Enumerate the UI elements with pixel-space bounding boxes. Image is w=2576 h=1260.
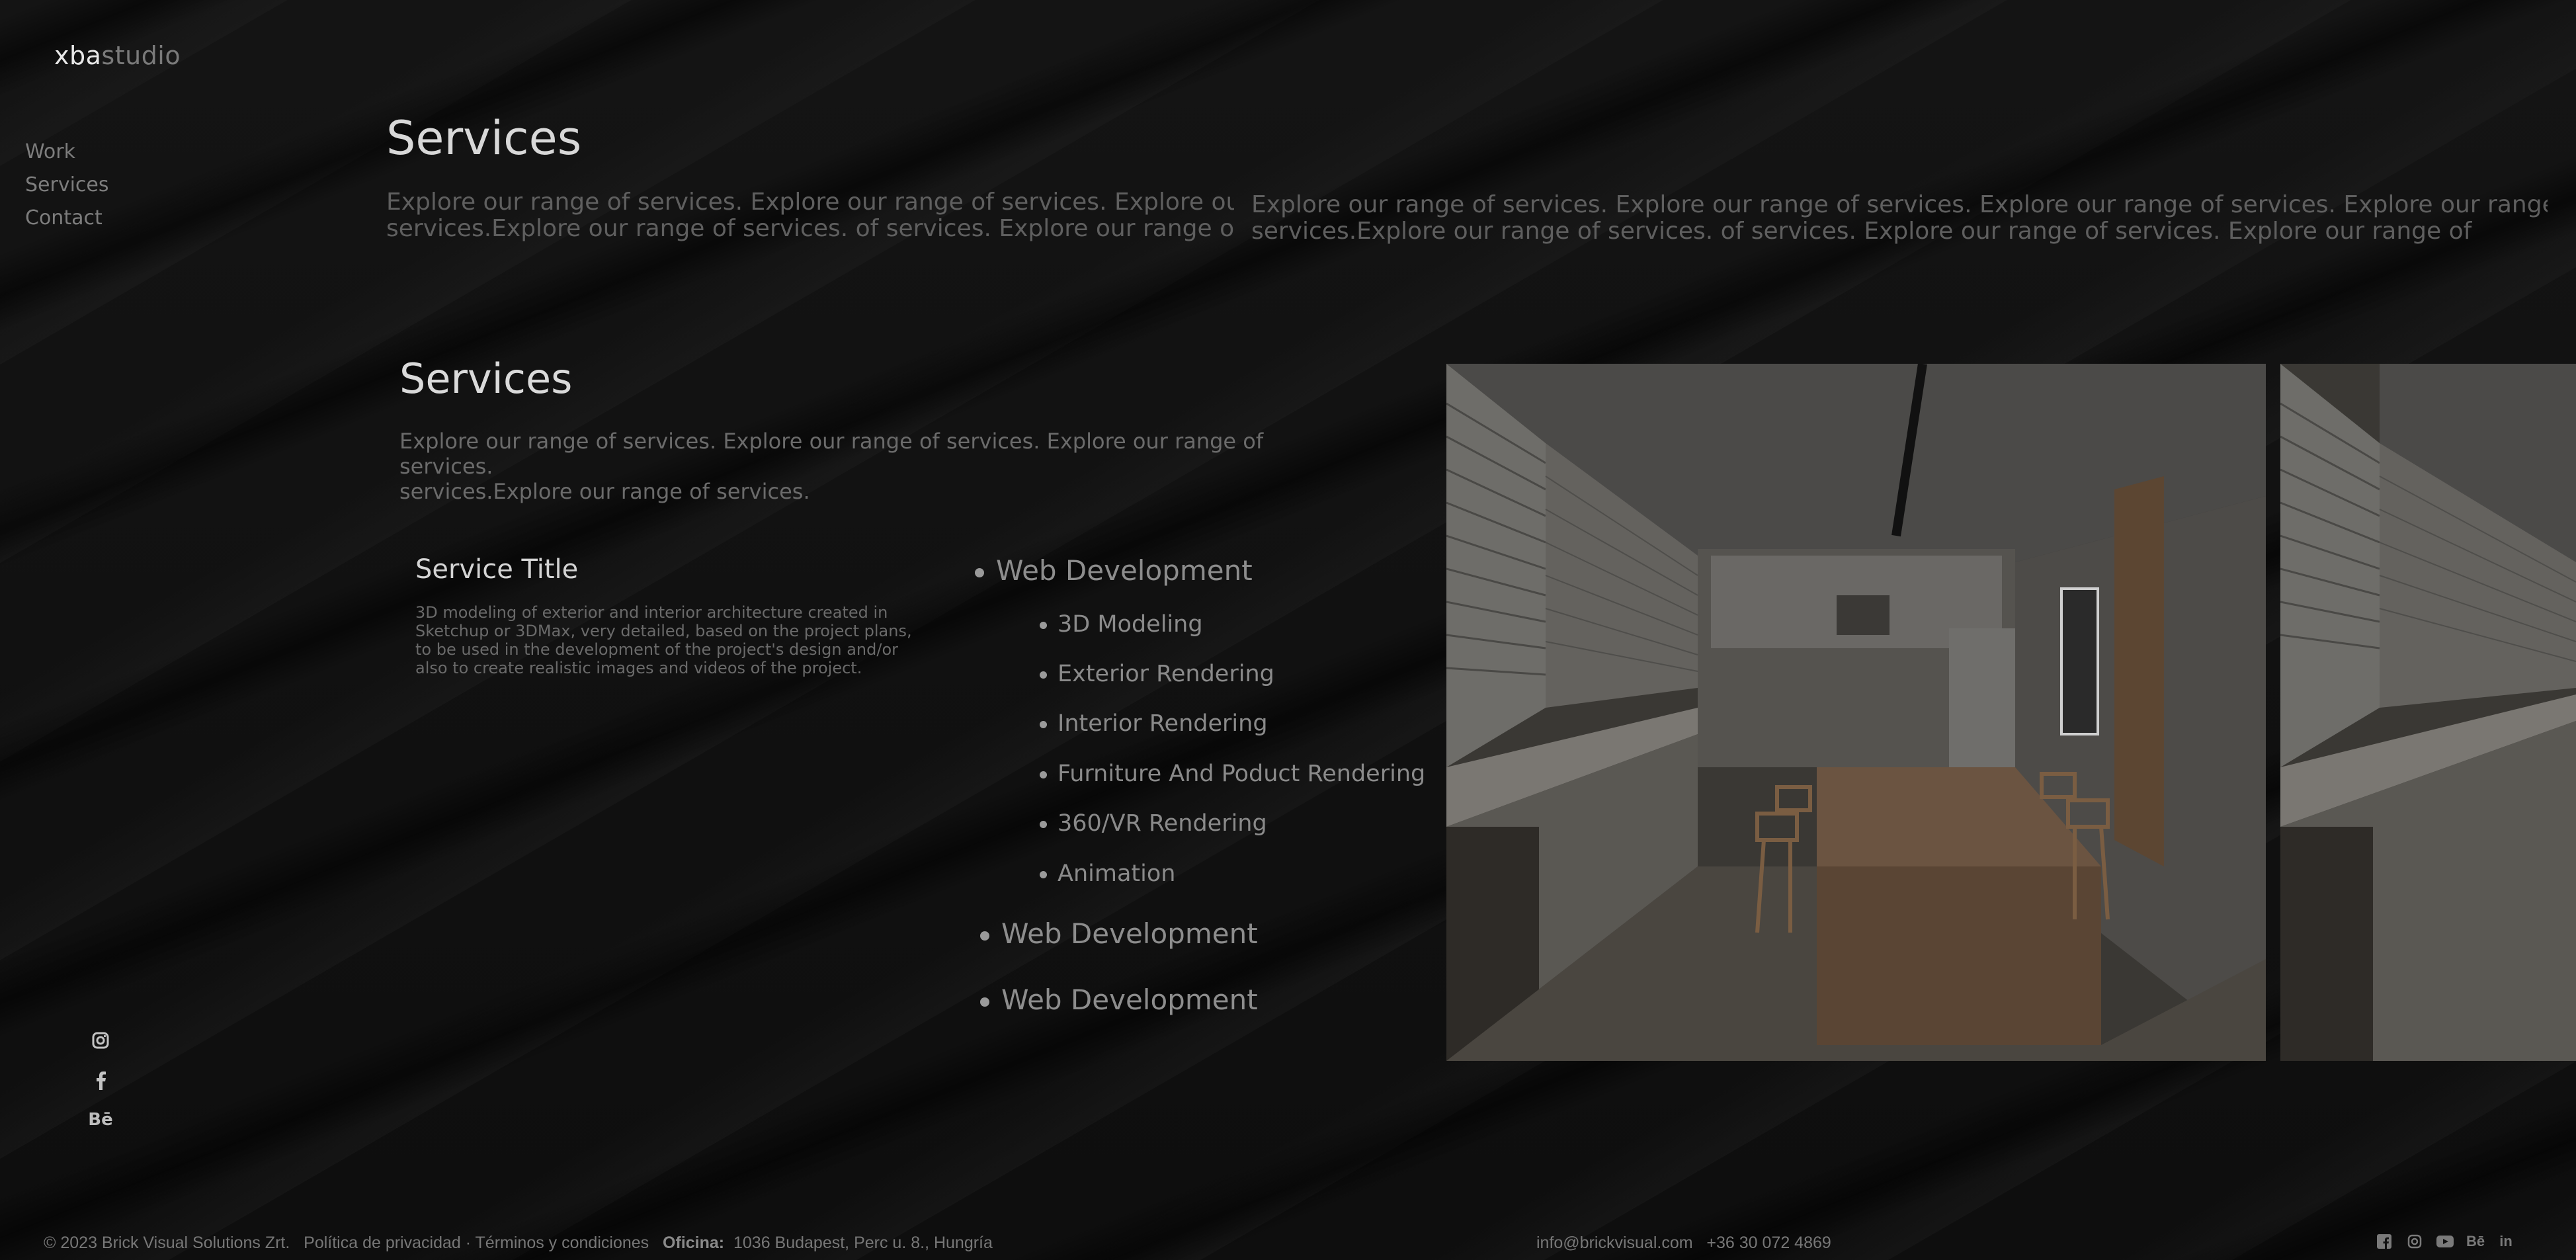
- kitchen-illustration: [1446, 364, 2266, 1061]
- service-sub-item[interactable]: 360/VR Rendering: [1040, 809, 1267, 838]
- service-list-item[interactable]: Web Development: [980, 984, 1258, 1017]
- nav-item-contact[interactable]: Contact: [25, 206, 109, 230]
- services-subtitle-line1: Explore our range of services. Explore o…: [399, 429, 1264, 479]
- behance-icon[interactable]: Bē: [2466, 1233, 2485, 1250]
- bullet-icon: [980, 931, 989, 941]
- office-address: 1036 Budapest, Perc u. 8., Hungría: [733, 1234, 993, 1252]
- service-sub-item[interactable]: Furniture And Poduct Rendering: [1040, 759, 1425, 788]
- bullet-icon: [1040, 621, 1047, 629]
- service-sub-label: 360/VR Rendering: [1058, 810, 1267, 837]
- footer-email[interactable]: info@brickvisual.com: [1536, 1234, 1693, 1252]
- nav-item-work[interactable]: Work: [25, 140, 109, 164]
- hero-text-left-line2: services.Explore our range of services. …: [386, 215, 1234, 242]
- logo[interactable]: xbastudio: [54, 41, 181, 70]
- social-links: Bē: [88, 1030, 113, 1130]
- service-sub-item[interactable]: Interior Rendering: [1040, 709, 1268, 738]
- logo-light: studio: [101, 41, 181, 70]
- office-label: Oficina:: [663, 1234, 725, 1252]
- footer-social: Bē in: [2376, 1233, 2514, 1250]
- side-nav: Work Services Contact: [25, 140, 109, 230]
- linkedin-icon[interactable]: in: [2497, 1233, 2514, 1250]
- bullet-icon: [1040, 870, 1047, 878]
- services-subtitle-line2: services.Explore our range of services.: [399, 479, 810, 504]
- service-title: Service Title: [415, 554, 579, 585]
- service-list-label: Web Development: [1001, 917, 1258, 950]
- service-sub-label: Animation: [1058, 861, 1176, 887]
- footer-contact: info@brickvisual.com +36 30 072 4869: [1536, 1234, 1831, 1253]
- logo-bold: xba: [54, 41, 102, 70]
- footer-left: © 2023 Brick Visual Solutions Zrt. Polít…: [44, 1234, 993, 1253]
- bullet-icon: [1040, 671, 1047, 679]
- behance-icon[interactable]: Bē: [88, 1110, 112, 1130]
- nav-item-services[interactable]: Services: [25, 173, 109, 197]
- bullet-icon: [1040, 720, 1047, 728]
- service-sub-label: 3D Modeling: [1058, 611, 1203, 638]
- kitchen-illustration: [2280, 364, 2576, 1061]
- service-sub-label: Exterior Rendering: [1058, 661, 1274, 687]
- service-sub-item[interactable]: 3D Modeling: [1040, 610, 1203, 639]
- service-sub-item[interactable]: Exterior Rendering: [1040, 659, 1274, 689]
- bullet-icon: [980, 997, 989, 1007]
- page-title: Services: [386, 111, 582, 165]
- service-list-item[interactable]: Web Development: [980, 917, 1258, 950]
- service-list-label: Web Development: [1001, 984, 1258, 1016]
- services-title: Services: [399, 355, 573, 403]
- youtube-icon[interactable]: [2436, 1233, 2454, 1250]
- legal-links[interactable]: Política de privacidad · Términos y cond…: [304, 1234, 649, 1252]
- footer-phone[interactable]: +36 30 072 4869: [1706, 1234, 1831, 1252]
- instagram-icon[interactable]: [91, 1030, 110, 1050]
- copyright-text: © 2023 Brick Visual Solutions Zrt.: [44, 1234, 290, 1252]
- facebook-icon[interactable]: [91, 1070, 110, 1090]
- kitchen-render-image[interactable]: [1446, 364, 2266, 1061]
- bullet-icon: [1040, 771, 1047, 778]
- hero-text-right-line2: services.Explore our range of services. …: [1251, 218, 2472, 245]
- service-list-label: Web Development: [996, 554, 1253, 587]
- bullet-icon: [1040, 820, 1047, 828]
- hero-text-right-line1: Explore our range of services. Explore o…: [1251, 192, 2548, 218]
- hero-text-left: Explore our range of services. Explore o…: [386, 189, 1234, 242]
- service-list-item[interactable]: Web Development: [975, 554, 1253, 587]
- service-sub-label: Interior Rendering: [1058, 710, 1268, 737]
- service-description: 3D modeling of exterior and interior arc…: [415, 603, 912, 677]
- footer: © 2023 Brick Visual Solutions Zrt. Polít…: [0, 1228, 2576, 1260]
- service-sub-item[interactable]: Animation: [1040, 859, 1175, 888]
- hero-text-right: Explore our range of services. Explore o…: [1251, 192, 2548, 245]
- kitchen-render-image-next[interactable]: [2280, 364, 2576, 1061]
- hero-text-left-line1: Explore our range of services. Explore o…: [386, 189, 1234, 216]
- facebook-icon[interactable]: [2376, 1233, 2393, 1250]
- instagram-icon[interactable]: [2406, 1233, 2423, 1250]
- bullet-icon: [975, 567, 984, 577]
- services-subtitle: Explore our range of services. Explore o…: [399, 429, 1339, 504]
- service-sub-label: Furniture And Poduct Rendering: [1058, 761, 1426, 787]
